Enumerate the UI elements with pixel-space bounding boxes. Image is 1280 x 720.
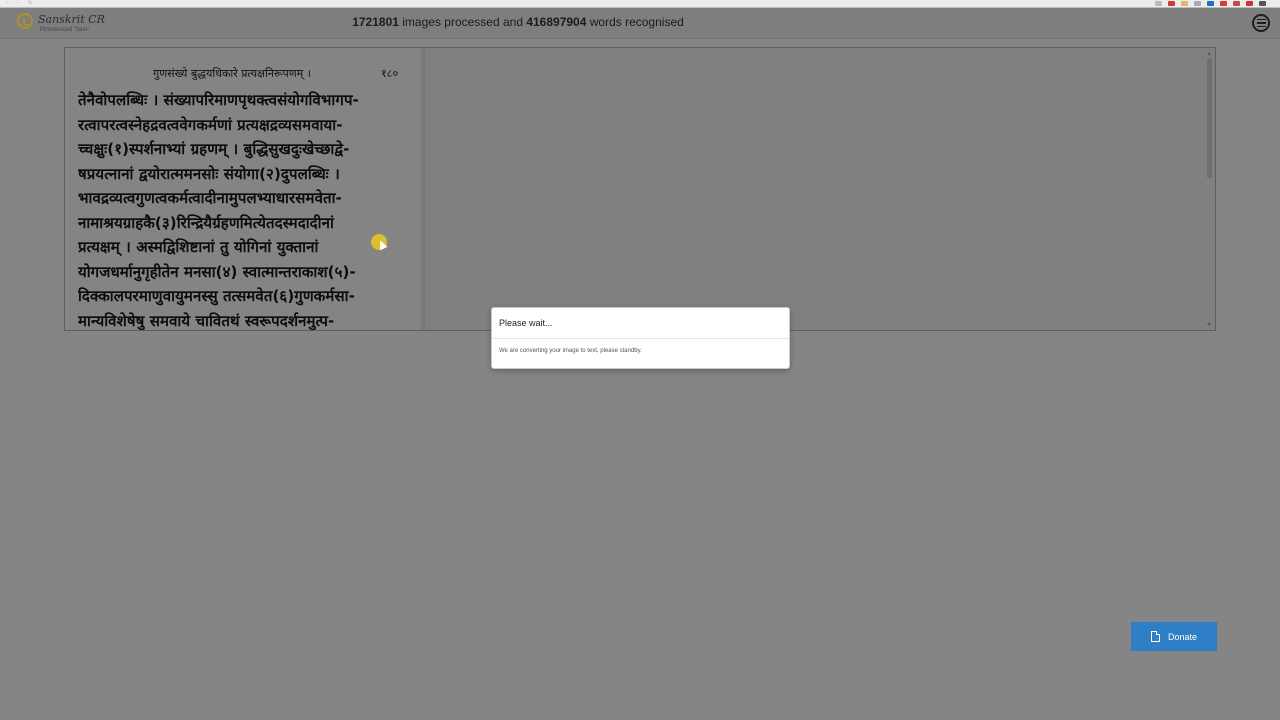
scan-line: नामाश्रयग्राहकै(३)रिन्द्रियैर्ग्रहणमित्य… [78, 213, 334, 232]
scan-line: भावद्रव्यत्वगुणत्वकर्मत्वादीनामुपलभ्याधा… [78, 189, 342, 207]
mouse-cursor-icon [371, 234, 387, 250]
scroll-up-icon[interactable] [1207, 52, 1211, 55]
donate-button[interactable]: Donate [1131, 622, 1217, 651]
words-text: words recognised [586, 15, 684, 29]
words-count: 416897904 [526, 15, 587, 29]
scroll-down-icon[interactable] [1207, 323, 1211, 326]
scan-line: प्रत्यक्षम् । अस्मद्विशिष्टानां तु योगिन… [78, 238, 319, 256]
scan-line: तेनैवोपलब्धिः । संख्यापरिमाणपृथक्त्वसंयो… [78, 91, 359, 109]
scan-line: च्चक्षुः(१)स्पर्शनाभ्यां ग्रहणम् । बुद्ध… [78, 140, 350, 158]
scan-heading: गुणसंख्ये बुद्धयधिकारे प्रत्यक्षनिरूपणम्… [153, 67, 311, 80]
extension-icon[interactable] [1220, 0, 1227, 6]
dialog-divider [492, 338, 789, 339]
scan-line: मान्यविशेषेषु समवाये चावितथं स्वरूपदर्शन… [78, 311, 335, 330]
browser-nav-icons[interactable]: ‹ › ↻ [6, 0, 36, 6]
menu-icon [1256, 18, 1266, 21]
site-header: Sanskrit CR Pronounced 'Seer' 1721801 im… [0, 8, 1280, 39]
scan-line: योगजधर्मानुगृहीतेन मनसा(४) स्वात्मान्तरा… [78, 262, 356, 281]
scanned-page-image: गुणसंख्ये बुद्धयधिकारे प्रत्यक्षनिरूपणम्… [65, 48, 425, 330]
dialog-title: Please wait... [499, 318, 553, 328]
menu-icon [1256, 25, 1266, 28]
extension-icon[interactable] [1181, 0, 1188, 6]
processing-stats: 1721801 images processed and 416897904 w… [0, 15, 1036, 29]
document-icon [1150, 631, 1160, 642]
menu-button[interactable] [1252, 14, 1270, 32]
browser-chrome: ‹ › ↻ [0, 0, 1280, 8]
scan-line: षप्रयत्नानां द्वयोरात्ममनसोः संयोगा(२)दु… [78, 164, 340, 183]
images-text: images processed and [398, 15, 527, 29]
please-wait-dialog: Please wait... We are converting your im… [491, 307, 790, 369]
dialog-message: We are converting your image to text, pl… [499, 348, 642, 354]
scan-line: दिक्कालपरमाणुवायुमनस्सु तत्समवेत(६)गुणकर… [78, 287, 355, 305]
extension-icon[interactable] [1246, 0, 1253, 6]
extension-icon[interactable] [1155, 0, 1162, 6]
scrollbar-thumb[interactable] [1207, 58, 1212, 178]
donate-label: Donate [1167, 631, 1198, 642]
address-bar[interactable] [58, 0, 168, 5]
scan-page-number: १८० [381, 67, 399, 80]
browser-extensions [1155, 0, 1266, 6]
vertical-scrollbar[interactable] [1206, 52, 1213, 326]
images-count: 1721801 [352, 15, 399, 29]
extension-icon[interactable] [1233, 0, 1240, 6]
extension-icon[interactable] [1207, 0, 1214, 6]
extension-icon[interactable] [1259, 0, 1266, 6]
extension-icon[interactable] [1194, 0, 1201, 6]
extension-icon[interactable] [1168, 0, 1175, 6]
menu-icon [1256, 22, 1266, 24]
scan-text-block: तेनैवोपलब्धिः । संख्यापरिमाणपृथक्त्वसंयो… [78, 88, 408, 330]
document-viewer[interactable]: गुणसंख्ये बुद्धयधिकारे प्रत्यक्षनिरूपणम्… [64, 47, 1216, 331]
scan-line: रत्वापरत्वस्नेहद्रवत्ववेगकर्मणां प्रत्यक… [78, 115, 343, 134]
